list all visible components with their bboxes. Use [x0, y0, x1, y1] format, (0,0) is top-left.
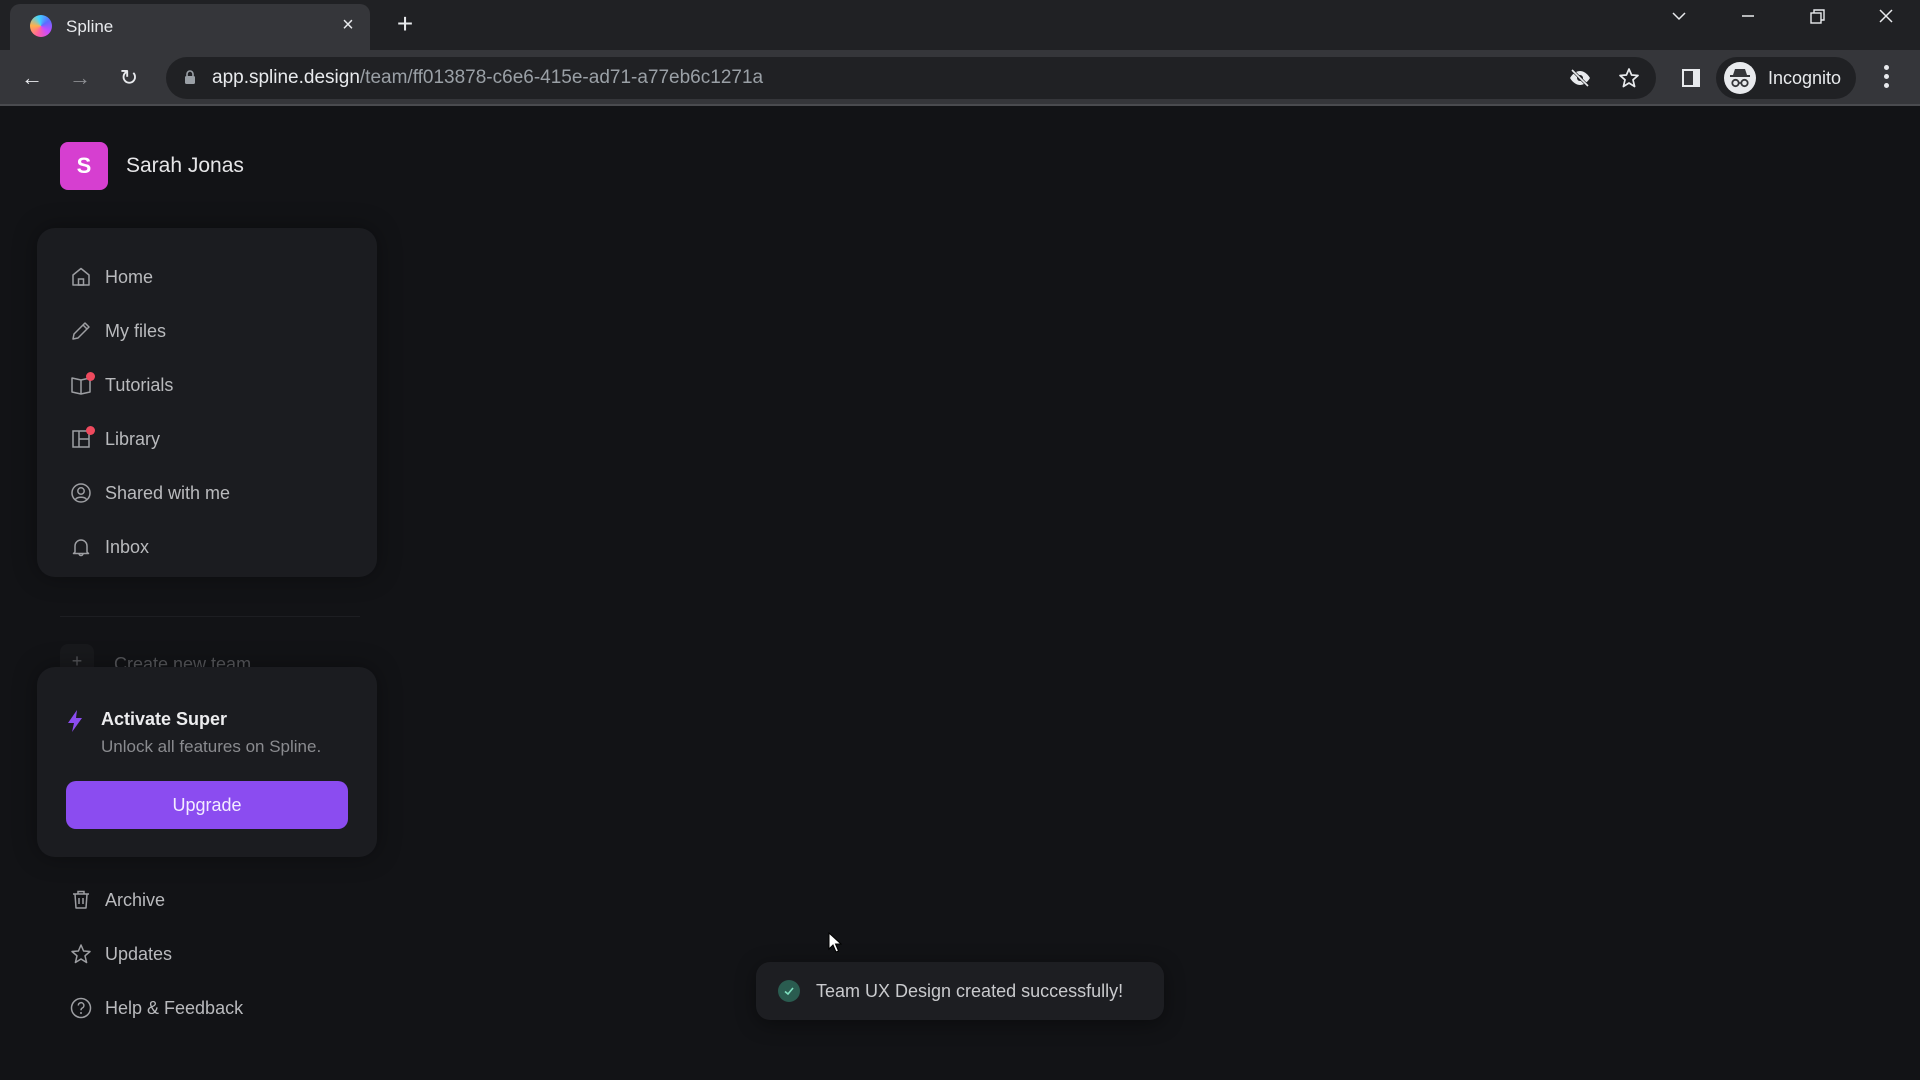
sidebar-item-label: My files: [105, 320, 167, 341]
new-tab-button[interactable]: +: [390, 10, 420, 40]
check-circle-icon: [778, 980, 800, 1002]
tab-close-icon[interactable]: ×: [335, 12, 361, 38]
minimize-button[interactable]: [1728, 6, 1768, 36]
upgrade-card: Activate Super Unlock all features on Sp…: [37, 667, 377, 857]
sidebar-item-archive[interactable]: Archive: [37, 873, 377, 927]
avatar: S: [60, 142, 108, 190]
sidebar-item-tutorials[interactable]: Tutorials: [37, 358, 377, 412]
url-text: app.spline.design/team/ff013878-c6e6-415…: [212, 67, 764, 88]
notification-dot: [86, 372, 95, 381]
help-circle-icon: [69, 996, 93, 1020]
sidebar-nav: Home My files Tutorials Library Shared w…: [37, 228, 377, 577]
sidebar-item-label: Home: [105, 266, 154, 287]
spline-dashboard: S Sarah Jonas Home My files Tutorials Li…: [0, 108, 1920, 1080]
pencil-icon: [69, 319, 93, 343]
sidebar-item-help-feedback[interactable]: Help & Feedback: [37, 981, 377, 1035]
profile-label: Incognito: [1768, 68, 1842, 88]
incognito-profile-button[interactable]: Incognito: [1716, 57, 1856, 99]
tracking-blocked-eye-icon[interactable]: [1568, 66, 1592, 90]
notification-dot: [86, 426, 95, 435]
lightning-bolt-icon: [68, 710, 82, 732]
close-window-button[interactable]: [1866, 6, 1906, 36]
browser-toolbar: ← → ↻ app.spline.design/team/ff013878-c6…: [0, 50, 1920, 106]
reload-button[interactable]: ↻: [114, 63, 144, 93]
mouse-cursor-icon: [828, 932, 842, 953]
sidebar-item-label: Inbox: [105, 536, 150, 557]
sidebar-item-label: Shared with me: [105, 482, 231, 503]
upgrade-title: Activate Super: [101, 709, 228, 729]
tab-title: Spline: [66, 17, 114, 36]
sidebar-item-updates[interactable]: Updates: [37, 927, 377, 981]
sidebar-item-library[interactable]: Library: [37, 412, 377, 466]
address-bar[interactable]: app.spline.design/team/ff013878-c6e6-415…: [166, 57, 1656, 99]
bell-icon: [69, 535, 93, 559]
restore-button[interactable]: [1797, 6, 1837, 36]
side-panel-icon[interactable]: [1679, 66, 1703, 90]
browser-tab-strip: Spline × +: [0, 0, 1920, 50]
upgrade-subtitle: Unlock all features on Spline.: [101, 737, 322, 756]
spline-favicon-icon: [30, 15, 52, 37]
sidebar-item-label: Library: [105, 428, 161, 449]
star-icon: [69, 942, 93, 966]
home-icon: [69, 265, 93, 289]
sidebar-divider: [60, 616, 360, 617]
sidebar-item-label: Updates: [105, 943, 173, 964]
book-icon: [69, 372, 95, 397]
sidebar-item-home[interactable]: Home: [37, 250, 377, 304]
browser-tab[interactable]: Spline ×: [10, 4, 370, 50]
incognito-icon: [1724, 62, 1756, 94]
user-circle-icon: [69, 481, 93, 505]
trash-icon: [69, 888, 93, 912]
sidebar-item-label: Tutorials: [105, 374, 174, 395]
sidebar-item-label: Archive: [105, 889, 166, 910]
browser-menu-icon[interactable]: [1876, 62, 1896, 94]
forward-button[interactable]: →: [65, 63, 95, 93]
user-name: Sarah Jonas: [126, 154, 244, 177]
lock-icon: [185, 70, 195, 84]
sidebar-item-label: Help & Feedback: [105, 997, 244, 1018]
back-button[interactable]: ←: [17, 63, 47, 93]
sidebar-item-shared-with-me[interactable]: Shared with me: [37, 466, 377, 520]
sidebar-bottom-nav: Archive Updates Help & Feedback: [37, 873, 377, 1035]
sidebar-item-inbox[interactable]: Inbox: [37, 520, 377, 574]
user-switcher[interactable]: S Sarah Jonas: [60, 142, 244, 190]
tab-search-icon[interactable]: [1659, 6, 1699, 36]
success-toast: Team UX Design created successfully!: [756, 962, 1164, 1020]
upgrade-button[interactable]: Upgrade: [66, 781, 348, 829]
library-icon: [69, 426, 95, 451]
toast-message: Team UX Design created successfully!: [816, 980, 1124, 1001]
bookmark-star-icon[interactable]: [1617, 66, 1641, 90]
sidebar-item-my-files[interactable]: My files: [37, 304, 377, 358]
